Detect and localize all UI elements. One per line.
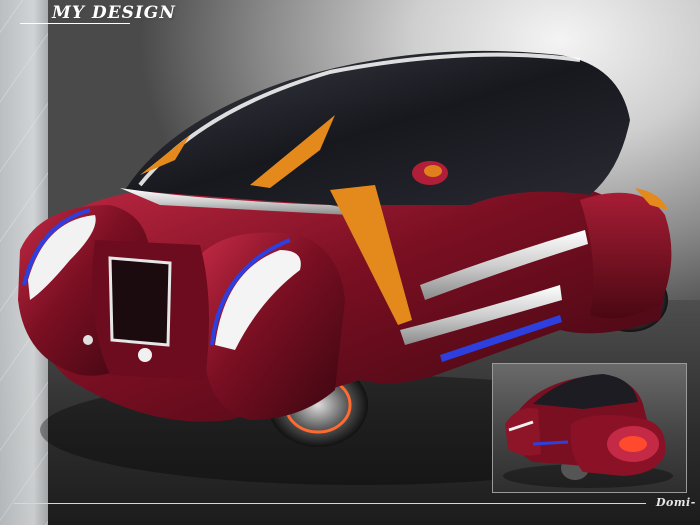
artist-signature: Domi- <box>656 496 696 509</box>
car-rear-view-icon <box>503 374 673 488</box>
inset-rear-view <box>492 363 687 493</box>
render-canvas: MY DESIGN Domi- <box>0 0 700 525</box>
footer-divider <box>14 503 646 504</box>
